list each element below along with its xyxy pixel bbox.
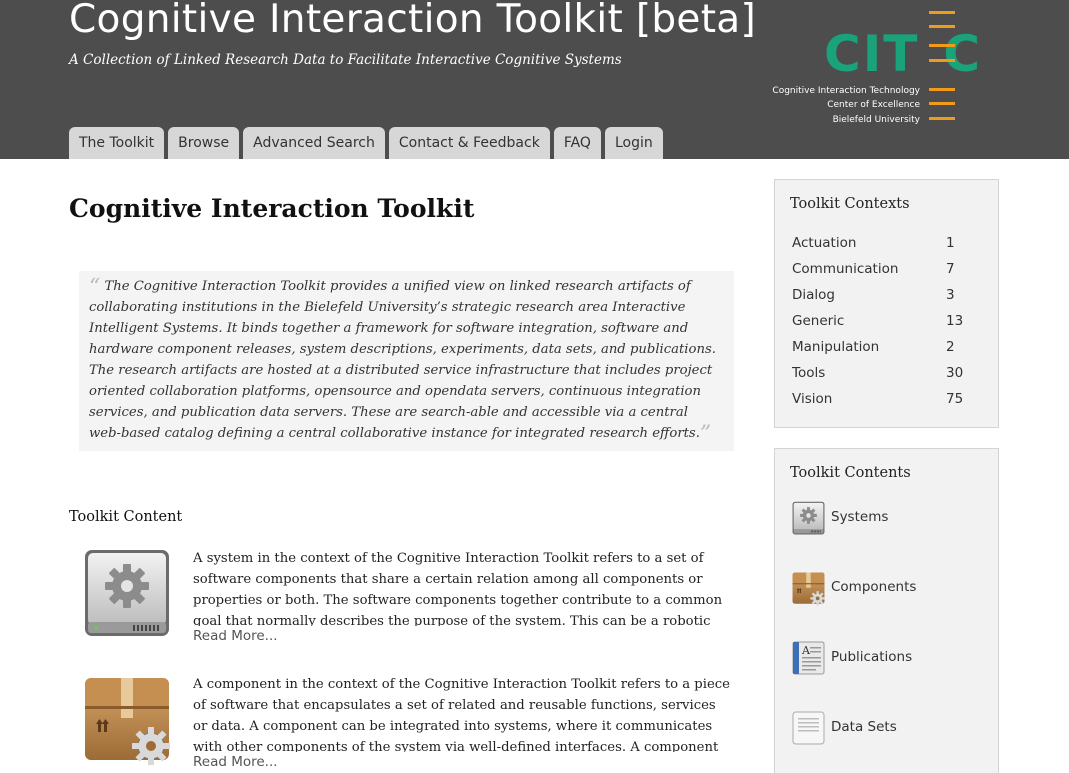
context-label: Communication: [792, 261, 899, 277]
system-drive-icon[interactable]: [81, 548, 173, 640]
context-count: 7: [946, 261, 955, 277]
logo-bar: [929, 59, 955, 62]
content-item-components: A component in the context of the Cognit…: [69, 674, 739, 773]
context-row-vision[interactable]: Vision 75: [792, 391, 982, 411]
context-count: 2: [946, 339, 955, 355]
item-description: A component in the context of the Cognit…: [193, 677, 730, 752]
logo-letters: CIT C: [824, 25, 983, 83]
logo-bar: [929, 11, 955, 14]
read-more-link[interactable]: Read More...: [193, 754, 278, 770]
context-row-dialog[interactable]: Dialog 3: [792, 287, 982, 307]
content-label: Data Sets: [831, 719, 897, 735]
content-link-components[interactable]: Components: [791, 571, 981, 607]
close-quote-icon: ”: [699, 422, 712, 447]
context-row-communication[interactable]: Communication 7: [792, 261, 982, 281]
context-row-tools[interactable]: Tools 30: [792, 365, 982, 385]
nav-tab-contact-feedback[interactable]: Contact & Feedback: [388, 127, 550, 159]
context-label: Actuation: [792, 235, 857, 251]
nav-tab-login[interactable]: Login: [604, 127, 663, 159]
logo-bar: [929, 25, 955, 28]
context-label: Generic: [792, 313, 845, 329]
system-drive-icon: [791, 501, 826, 536]
page-title: Cognitive Interaction Toolkit: [69, 194, 475, 223]
toolkit-contents-panel: Toolkit Contents Systems Components Publ…: [774, 448, 999, 773]
context-row-manipulation[interactable]: Manipulation 2: [792, 339, 982, 359]
site-title[interactable]: Cognitive Interaction Toolkit [beta]: [69, 0, 756, 42]
nav-tab-browse[interactable]: Browse: [168, 127, 240, 159]
logo-bar: [929, 117, 955, 120]
section-title: Toolkit Content: [69, 509, 183, 525]
context-count: 1: [946, 235, 955, 251]
item-description: A system in the context of the Cognitive…: [193, 551, 723, 626]
main-nav: The Toolkit Browse Advanced Search Conta…: [69, 127, 663, 159]
logo-line-3: Bielefeld University: [832, 115, 920, 125]
intro-quote: “ The Cognitive Interaction Toolkit prov…: [79, 271, 734, 451]
context-row-generic[interactable]: Generic 13: [792, 313, 982, 333]
content-label: Systems: [831, 509, 889, 525]
context-label: Dialog: [792, 287, 835, 303]
logo-line-2: Center of Excellence: [827, 100, 920, 110]
context-count: 3: [946, 287, 955, 303]
logo-line-1: Cognitive Interaction Technology: [772, 86, 920, 96]
nav-tab-advanced-search[interactable]: Advanced Search: [243, 127, 385, 159]
intro-quote-text: The Cognitive Interaction Toolkit provid…: [89, 279, 716, 441]
context-count: 13: [946, 313, 964, 329]
context-count: 75: [946, 391, 964, 407]
content-link-data-sets[interactable]: Data Sets: [791, 711, 981, 747]
context-label: Tools: [792, 365, 826, 381]
context-count: 30: [946, 365, 964, 381]
content-item-systems: A system in the context of the Cognitive…: [69, 548, 739, 648]
context-label: Manipulation: [792, 339, 880, 355]
component-box-icon[interactable]: [81, 674, 173, 766]
context-label: Vision: [792, 391, 833, 407]
site-subtitle: A Collection of Linked Research Data to …: [69, 52, 622, 68]
context-row-actuation[interactable]: Actuation 1: [792, 235, 982, 255]
read-more-link[interactable]: Read More...: [193, 628, 278, 644]
content-link-publications[interactable]: Publications: [791, 641, 981, 677]
content-label: Components: [831, 579, 917, 595]
logo-bar: [929, 88, 955, 91]
toolkit-contexts-panel: Toolkit Contexts Actuation 1 Communicati…: [774, 179, 999, 428]
nav-tab-faq[interactable]: FAQ: [553, 127, 601, 159]
panel-title: Toolkit Contexts: [790, 196, 910, 212]
panel-title: Toolkit Contents: [790, 465, 911, 481]
site-header: Cognitive Interaction Toolkit [beta] A C…: [0, 0, 1069, 159]
content-label: Publications: [831, 649, 913, 665]
data-set-icon: [791, 711, 826, 746]
open-quote-icon: “: [89, 275, 101, 300]
content-link-systems[interactable]: Systems: [791, 501, 981, 537]
publication-book-icon: [791, 641, 826, 676]
logo-bar: [929, 102, 955, 105]
nav-tab-the-toolkit[interactable]: The Toolkit: [69, 127, 165, 159]
component-box-icon: [791, 571, 826, 606]
logo-bar: [929, 44, 955, 47]
citec-logo[interactable]: CIT C Cognitive Interaction Technology C…: [772, 8, 1004, 128]
